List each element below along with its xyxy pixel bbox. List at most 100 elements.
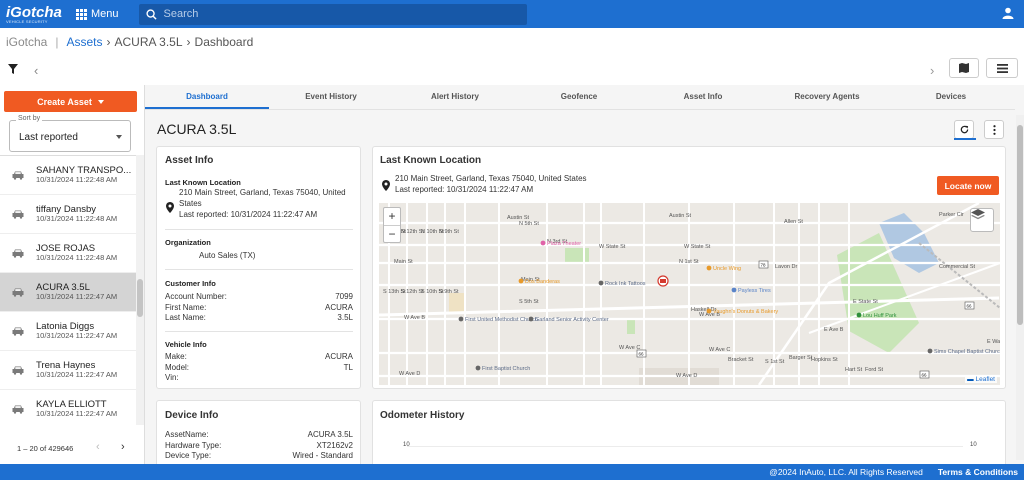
asset-list-item[interactable]: JOSE ROJAS 10/31/2024 11:22:48 AM <box>0 234 136 273</box>
list-view-button[interactable] <box>986 58 1018 78</box>
customer-info-list: Account Number: 7099 First Name: ACURA Last … <box>165 292 353 324</box>
user-account-icon[interactable] <box>1002 7 1014 19</box>
vehicle-info-label: Vehicle Info <box>165 340 207 349</box>
info-key: AssetName: <box>165 430 209 439</box>
asset-list-item[interactable]: SAHANY TRANSPO... 10/31/2024 11:22:48 AM <box>0 156 136 195</box>
filter-icon[interactable] <box>8 64 18 74</box>
last-known-location-label: Last Known Location <box>165 178 241 187</box>
poi-marker <box>927 348 933 354</box>
breadcrumb-assets-link[interactable]: Assets <box>66 35 102 49</box>
car-icon <box>0 210 36 219</box>
device-info-card: Device Info AssetName: ACURA 3.5L Hardware… <box>156 400 361 470</box>
asset-list-item[interactable]: KAYLA ELLIOTT 10/31/2024 11:22:47 AM <box>0 390 136 425</box>
poi-marker <box>856 312 862 318</box>
main-content: Dashboard Event History Alert History Geofe… <box>145 85 1024 470</box>
tab-asset-info[interactable]: Asset Info <box>641 85 765 109</box>
map-attribution[interactable]: ▬ Leaflet <box>965 376 997 383</box>
previous-page-icon[interactable]: ‹ <box>96 441 100 453</box>
street-label: Lavon Dr <box>775 264 797 270</box>
refresh-button[interactable] <box>954 120 974 139</box>
main-scrollbar[interactable] <box>1016 115 1024 460</box>
asset-list-scroll-thumb[interactable] <box>137 279 143 317</box>
main-scroll-thumb[interactable] <box>1017 125 1023 325</box>
info-value: 7099 <box>335 292 353 301</box>
asset-list-scrollbar[interactable] <box>136 155 144 425</box>
street-label: N 5th St <box>519 221 539 227</box>
layers-icon <box>971 209 985 220</box>
info-value: ACURA <box>324 302 353 312</box>
info-key: Vin: <box>165 373 179 382</box>
street-label: E State St <box>853 299 878 305</box>
info-key: First Name: <box>165 302 207 312</box>
asset-item-text: Trena Haynes 10/31/2024 11:22:47 AM <box>36 360 117 380</box>
tab-devices[interactable]: Devices <box>889 85 1013 109</box>
asset-item-text: KAYLA ELLIOTT 10/31/2024 11:22:47 AM <box>36 399 117 419</box>
street-label: S 9th St <box>439 289 459 295</box>
street-label: Hart St <box>845 367 863 373</box>
road-shield-label: 66 <box>967 304 973 309</box>
sort-by-select[interactable]: Sort by Last reported <box>9 115 131 152</box>
customer-info-label: Customer Info <box>165 279 216 288</box>
select-caret-icon <box>116 135 122 139</box>
poi-label: Rock Ink Tattoos <box>605 281 646 287</box>
tab-recovery-agents[interactable]: Recovery Agents <box>765 85 889 109</box>
car-icon <box>0 327 36 336</box>
next-page-icon[interactable]: › <box>121 441 125 453</box>
zoom-out-button[interactable]: − <box>384 225 400 242</box>
street-label: Bracket St <box>728 357 754 363</box>
map-view-button[interactable] <box>949 58 979 78</box>
create-asset-button[interactable]: Create Asset <box>4 91 137 112</box>
expand-chevron-icon[interactable]: › <box>930 63 934 78</box>
search-icon <box>145 8 157 20</box>
odometer-history-title: Odometer History <box>380 410 465 421</box>
street-label: E Ave B <box>824 327 844 333</box>
app-logo[interactable]: iGotcha VEHICLE SECURITY <box>6 5 68 24</box>
logo-text: iGotcha <box>6 3 62 21</box>
park-area <box>565 248 589 263</box>
poi-marker <box>731 287 737 293</box>
map-layers-button[interactable] <box>970 208 994 232</box>
asset-info-title: Asset Info <box>165 155 214 166</box>
info-value: 3.5L <box>337 313 353 322</box>
terms-link[interactable]: Terms & Conditions <box>938 467 1018 477</box>
more-vertical-icon <box>992 124 996 135</box>
tab-geofence[interactable]: Geofence <box>517 85 641 109</box>
sort-by-label: Sort by <box>16 115 43 122</box>
street-label: Commercial St <box>939 264 976 270</box>
tab-dashboard[interactable]: Dashboard <box>145 85 269 109</box>
tab-event-history[interactable]: Event History <box>269 85 393 109</box>
organization-label: Organization <box>165 238 211 247</box>
top-bar: iGotcha VEHICLE SECURITY Menu <box>0 0 1024 28</box>
poi-marker <box>706 308 712 314</box>
search-box[interactable] <box>138 3 527 25</box>
info-key: Hardware Type: <box>165 440 222 450</box>
create-asset-label: Create Asset <box>37 96 92 107</box>
asset-list-item[interactable]: tiffany Dansby 10/31/2024 11:22:48 AM <box>0 195 136 234</box>
poi-label: First Baptist Church <box>482 366 530 372</box>
refresh-icon <box>960 125 968 134</box>
poi-marker <box>518 278 524 284</box>
map-icon <box>959 63 969 73</box>
tab-alert-history[interactable]: Alert History <box>393 85 517 109</box>
search-input[interactable] <box>163 8 504 20</box>
info-row: Make: ACURA <box>165 352 353 363</box>
asset-list-item[interactable]: ACURA 3.5L 10/31/2024 11:22:47 AM <box>0 273 136 312</box>
breadcrumb-app[interactable]: iGotcha <box>6 35 47 49</box>
asset-list-item[interactable]: Trena Haynes 10/31/2024 11:22:47 AM <box>0 351 136 390</box>
asset-item-text: ACURA 3.5L 10/31/2024 11:22:47 AM <box>36 282 117 302</box>
menu-button[interactable]: Menu <box>76 8 119 20</box>
map-zoom-control: + − <box>383 207 401 243</box>
divider <box>165 331 353 332</box>
street-label: Austin St <box>669 213 691 219</box>
location-map[interactable]: Austin St Austin St W State St W State St Ma… <box>379 203 1000 385</box>
poi-marker <box>706 265 712 271</box>
info-row: AssetName: ACURA 3.5L <box>165 430 353 441</box>
asset-list-item[interactable]: Latonia Diggs 10/31/2024 11:22:47 AM <box>0 312 136 351</box>
asset-vehicle-icon <box>660 279 666 283</box>
street-label: Allen St <box>784 219 803 225</box>
locate-now-button[interactable]: Locate now <box>937 176 999 195</box>
zoom-in-button[interactable]: + <box>384 208 400 225</box>
map-canvas[interactable]: Austin St Austin StW State StW State StMa… <box>379 203 1000 385</box>
more-options-button[interactable] <box>984 120 1004 139</box>
collapse-panel-chevron-icon[interactable]: ‹ <box>34 63 38 78</box>
